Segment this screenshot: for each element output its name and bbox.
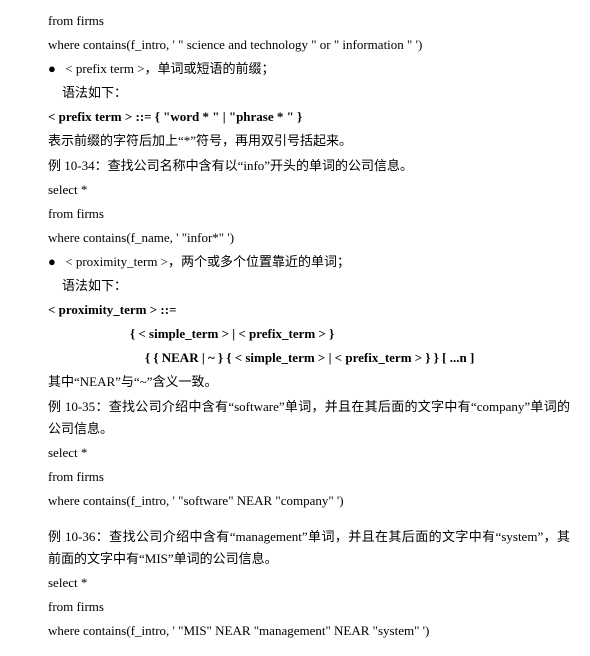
example-10-35-title: 例 10-35：查找公司介绍中含有“software”单词，并且在其后面的文字中…: [48, 396, 570, 440]
bnf-prox-1: < proximity_term > ::=: [48, 299, 570, 321]
prox-desc: 其中“NEAR”与“~”含义一致。: [48, 371, 570, 393]
prefix-desc: 表示前缀的字符后加上“*”符号，再用双引号括起来。: [48, 130, 570, 152]
code-line: from firms: [48, 203, 570, 225]
bullet-proximity-term: ● < proximity_term >，两个或多个位置靠近的单词；: [48, 251, 570, 273]
code-line: select *: [48, 442, 570, 464]
code-line: select *: [48, 179, 570, 201]
code-line: from firms: [48, 10, 570, 32]
code-line: where contains(f_intro, ' "software" NEA…: [48, 490, 570, 512]
bnf-prox-3: { { NEAR | ~ } { < simple_term > | < pre…: [145, 347, 570, 369]
code-line: where contains(f_name, ' "infor*" '): [48, 227, 570, 249]
code-line: select *: [48, 572, 570, 594]
code-line: where contains(f_intro, ' "MIS" NEAR "ma…: [48, 620, 570, 642]
syntax-label: 语法如下：: [62, 275, 570, 297]
code-line: where contains(f_intro, ' " science and …: [48, 34, 570, 56]
bullet-icon: ●: [48, 251, 62, 273]
proximity-term-text: < proximity_term >，两个或多个位置靠近的单词；: [65, 254, 350, 269]
example-10-36-title: 例 10-36：查找公司介绍中含有“management”单词，并且在其后面的文…: [48, 526, 570, 570]
bullet-prefix-term: ● < prefix term >，单词或短语的前缀；: [48, 58, 570, 80]
bnf-prefix: < prefix term > ::= { "word * " | "phras…: [48, 106, 570, 128]
bullet-icon: ●: [48, 58, 62, 80]
example-10-34-title: 例 10-34：查找公司名称中含有以“info”开头的单词的公司信息。: [48, 155, 570, 177]
code-line: from firms: [48, 596, 570, 618]
code-line: from firms: [48, 466, 570, 488]
prefix-term-text: < prefix term >，单词或短语的前缀；: [65, 61, 274, 76]
syntax-label: 语法如下：: [62, 82, 570, 104]
bnf-prox-2: { < simple_term > | < prefix_term > }: [130, 323, 570, 345]
